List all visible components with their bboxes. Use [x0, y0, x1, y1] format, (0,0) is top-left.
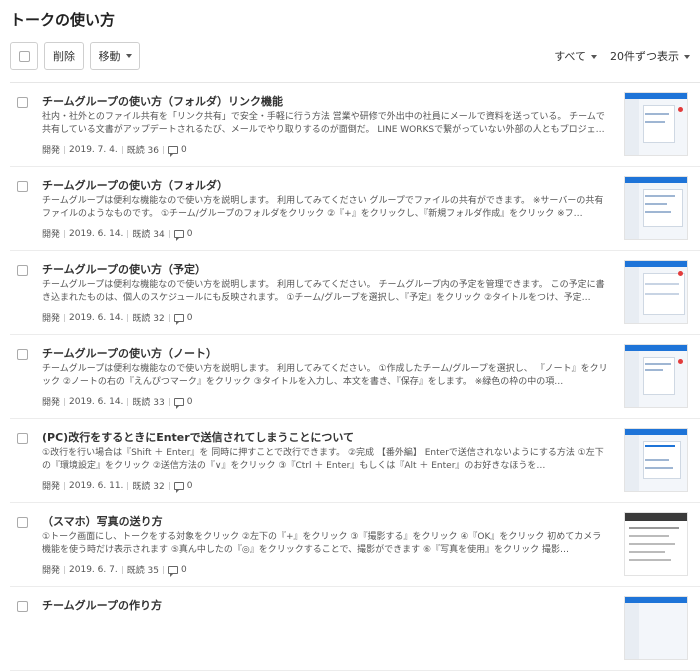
- row-checkbox[interactable]: [17, 601, 28, 612]
- comment-icon: [168, 145, 179, 157]
- post-author: 開発: [42, 482, 61, 492]
- post-excerpt: チームグループは便利な機能なので使い方を説明します。 利用してみてください。 チ…: [42, 280, 605, 303]
- post-excerpt: チームグループは便利な機能なので使い方を説明します。 利用してみてください。 ①…: [42, 364, 608, 387]
- chevron-down-icon: [125, 54, 132, 58]
- filter-label: すべて: [554, 50, 586, 63]
- post-title[interactable]: (PC)改行をするときにEnterで送信されてしまうことについて: [42, 429, 354, 445]
- comment-icon: [168, 565, 179, 577]
- post-excerpt: ①トーク画面にし、トークをする対象をクリック ②左下の『+』をクリック ③『撮影…: [42, 532, 602, 555]
- post-views: 既読 32: [132, 482, 165, 492]
- post-views: 既読 34: [132, 230, 165, 240]
- post-author: 開発: [42, 566, 61, 576]
- post-thumbnail[interactable]: [624, 176, 688, 240]
- post-date: 2019. 6. 11.: [69, 480, 124, 491]
- comment-icon: [173, 229, 184, 241]
- post-title[interactable]: チームグループの作り方: [42, 597, 162, 613]
- page-size-dropdown[interactable]: 20件ずつ表示: [610, 48, 690, 64]
- post-title[interactable]: チームグループの使い方（予定）: [42, 261, 206, 277]
- toolbar: 削除 移動 すべて 20件ずつ表示: [10, 42, 690, 72]
- post-date: 2019. 6. 14.: [69, 312, 124, 323]
- post-views: 既読 36: [126, 146, 160, 156]
- move-label: 移動: [98, 50, 121, 63]
- post-meta: 開発 2019. 6. 14. 既読 32 0: [42, 311, 193, 325]
- chevron-down-icon: [684, 55, 690, 59]
- post-list: チームグループの使い方（フォルダ）リンク機能 社内・社外とのファイル共有を「リン…: [10, 83, 700, 671]
- post-title[interactable]: チームグループの使い方（ノート）: [42, 345, 217, 361]
- list-item[interactable]: チームグループの使い方（予定） チームグループは便利な機能なので使い方を説明しま…: [10, 251, 700, 335]
- post-thumbnail[interactable]: [624, 92, 688, 156]
- post-excerpt: チームグループは便利な機能なので使い方を説明します。 利用してみてください グル…: [42, 196, 604, 219]
- post-views: 既読 35: [126, 566, 160, 576]
- comment-count: 0: [181, 144, 187, 155]
- comment-count: 0: [186, 312, 193, 323]
- select-all-checkbox[interactable]: [10, 42, 38, 70]
- list-item[interactable]: チームグループの使い方（ノート） チームグループは便利な機能なので使い方を説明し…: [10, 335, 700, 419]
- post-date: 2019. 6. 14.: [69, 228, 124, 239]
- row-checkbox[interactable]: [17, 433, 28, 444]
- comment-count: 0: [181, 564, 187, 575]
- delete-button[interactable]: 削除: [44, 42, 84, 70]
- post-views: 既読 32: [132, 314, 165, 324]
- post-excerpt: 社内・社外とのファイル共有を「リンク共有」で安全・手軽に行う方法 営業や研修で外…: [42, 112, 605, 135]
- post-title[interactable]: （スマホ）写真の送り方: [42, 513, 163, 529]
- row-checkbox[interactable]: [17, 97, 28, 108]
- post-meta: 開発 2019. 6. 14. 既読 34 0: [42, 227, 193, 241]
- filter-dropdown[interactable]: すべて: [554, 48, 597, 64]
- chevron-down-icon: [591, 55, 597, 59]
- post-meta: 開発 2019. 6. 11. 既読 32 0: [42, 479, 193, 493]
- post-author: 開発: [42, 146, 61, 156]
- comment-count: 0: [186, 396, 193, 407]
- post-thumbnail[interactable]: [624, 428, 688, 492]
- comment-count: 0: [186, 228, 193, 239]
- row-checkbox[interactable]: [17, 517, 28, 528]
- post-meta: 開発 2019. 6. 7. 既読 35 0: [42, 563, 187, 577]
- post-thumbnail[interactable]: [624, 512, 688, 576]
- post-author: 開発: [42, 314, 61, 324]
- post-meta: 開発 2019. 7. 4. 既読 36 0: [42, 143, 187, 157]
- post-author: 開発: [42, 398, 61, 408]
- row-checkbox[interactable]: [17, 349, 28, 360]
- comment-icon: [173, 313, 184, 325]
- post-date: 2019. 6. 7.: [69, 564, 118, 575]
- row-checkbox[interactable]: [17, 181, 28, 192]
- post-excerpt: ①改行を行い場合は『Shift ＋ Enter』を 同時に押すことで改行できます…: [42, 448, 604, 471]
- list-item[interactable]: （スマホ）写真の送り方 ①トーク画面にし、トークをする対象をクリック ②左下の『…: [10, 503, 700, 587]
- row-checkbox[interactable]: [17, 265, 28, 276]
- list-item[interactable]: チームグループの作り方: [10, 587, 700, 671]
- post-thumbnail[interactable]: [624, 344, 688, 408]
- list-item[interactable]: (PC)改行をするときにEnterで送信されてしまうことについて ①改行を行い場…: [10, 419, 700, 503]
- post-thumbnail[interactable]: [624, 260, 688, 324]
- post-title[interactable]: チームグループの使い方（フォルダ）リンク機能: [42, 93, 283, 109]
- post-date: 2019. 7. 4.: [69, 144, 118, 155]
- move-button[interactable]: 移動: [90, 42, 140, 70]
- post-views: 既読 33: [132, 398, 165, 408]
- list-item[interactable]: チームグループの使い方（フォルダ） チームグループは便利な機能なので使い方を説明…: [10, 167, 700, 251]
- checkbox-box: [18, 50, 30, 62]
- comment-count: 0: [186, 480, 193, 491]
- post-title[interactable]: チームグループの使い方（フォルダ）: [42, 177, 228, 193]
- comment-icon: [173, 397, 184, 409]
- post-thumbnail[interactable]: [624, 596, 688, 660]
- list-item[interactable]: チームグループの使い方（フォルダ）リンク機能 社内・社外とのファイル共有を「リン…: [10, 83, 700, 167]
- post-date: 2019. 6. 14.: [69, 396, 124, 407]
- page-size-label: 20件ずつ表示: [610, 50, 679, 63]
- page-title: トークの使い方: [10, 11, 116, 29]
- comment-icon: [173, 481, 184, 493]
- post-author: 開発: [42, 230, 61, 240]
- post-meta: 開発 2019. 6. 14. 既読 33 0: [42, 395, 193, 409]
